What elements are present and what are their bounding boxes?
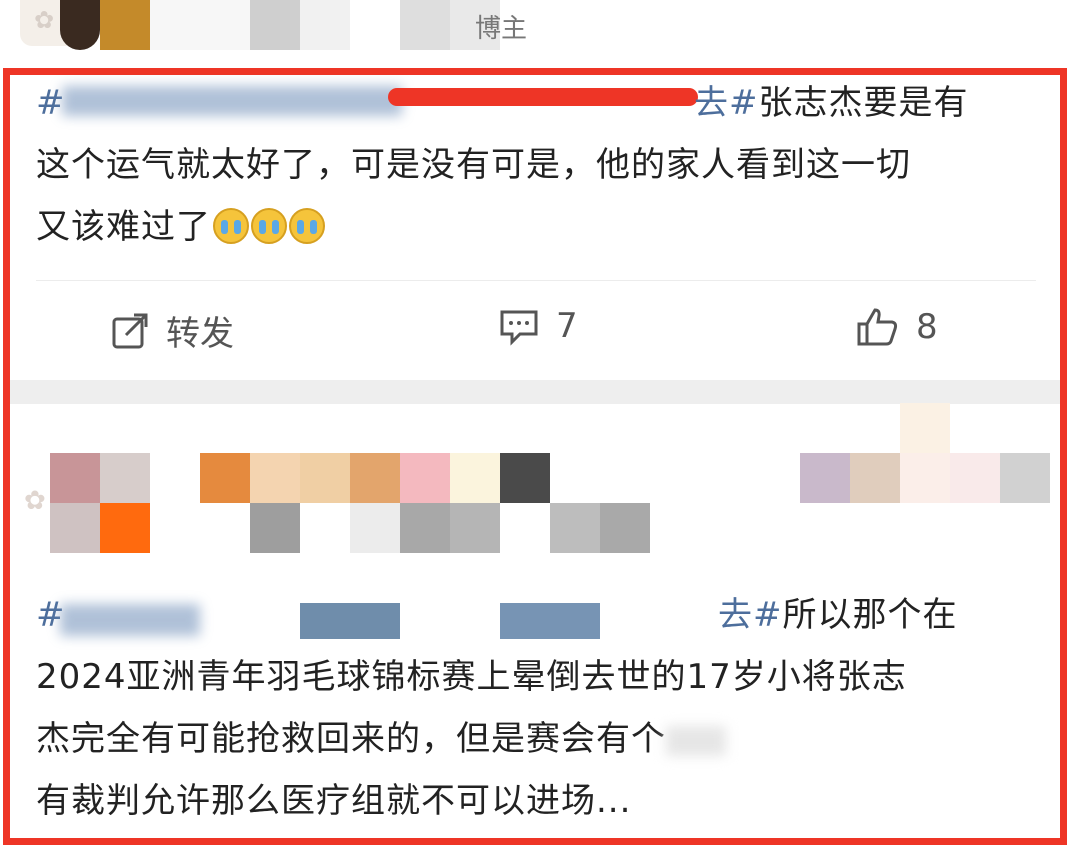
comment-button[interactable]: 7 [498, 306, 578, 346]
pixel-redaction [500, 603, 600, 639]
repost-button[interactable]: 转发 [110, 306, 234, 355]
pixel-redaction [250, 0, 300, 50]
blurred-text [666, 725, 726, 756]
post2-line1-tail: 去#所以那个在 [718, 595, 958, 635]
repost-label: 转发 [166, 314, 234, 354]
pixel-redaction [300, 0, 350, 50]
blurred-hashtag [62, 86, 402, 116]
crying-face-icon [213, 208, 249, 244]
post1-line3: 又该难过了 [36, 196, 325, 258]
pixel-redaction [100, 0, 150, 50]
comment-count: 7 [556, 306, 578, 346]
hashtag-end[interactable]: 去# [694, 83, 759, 123]
like-button[interactable]: 8 [856, 306, 938, 348]
repost-icon [112, 313, 148, 348]
pixel-redaction [400, 0, 450, 50]
post1-line2: 这个运气就太好了，可是没有可是，他的家人看到这一切 [36, 145, 911, 185]
blogger-badge: 博主 [475, 14, 528, 44]
red-redaction-line [388, 88, 698, 106]
pixel-redaction [150, 0, 250, 50]
section-separator [10, 380, 1060, 404]
pixel-redaction [60, 0, 100, 50]
post1-line1-tail: 去#张志杰要是有 [694, 83, 969, 123]
cartoon-cat-icon: ✿ [34, 6, 55, 34]
hashtag-end[interactable]: 去# [718, 595, 783, 635]
crying-face-icon [289, 208, 325, 244]
crying-face-icon [251, 208, 287, 244]
post2-line2: 2024亚洲青年羽毛球锦标赛上晕倒去世的17岁小将张志 [36, 657, 907, 697]
divider [36, 280, 1036, 281]
thumbs-up-icon [857, 308, 898, 346]
like-count: 8 [916, 307, 938, 347]
post2-line3: 杰完全有可能抢救回来的，但是赛会有个 [36, 708, 726, 770]
blurred-hashtag [60, 604, 200, 636]
post2-line4: 有裁判允许那么医疗组就不可以进场... [36, 781, 632, 821]
cartoon-cat-icon: ✿ [24, 486, 46, 516]
pixel-redaction [300, 603, 400, 639]
comment-icon [500, 310, 538, 346]
